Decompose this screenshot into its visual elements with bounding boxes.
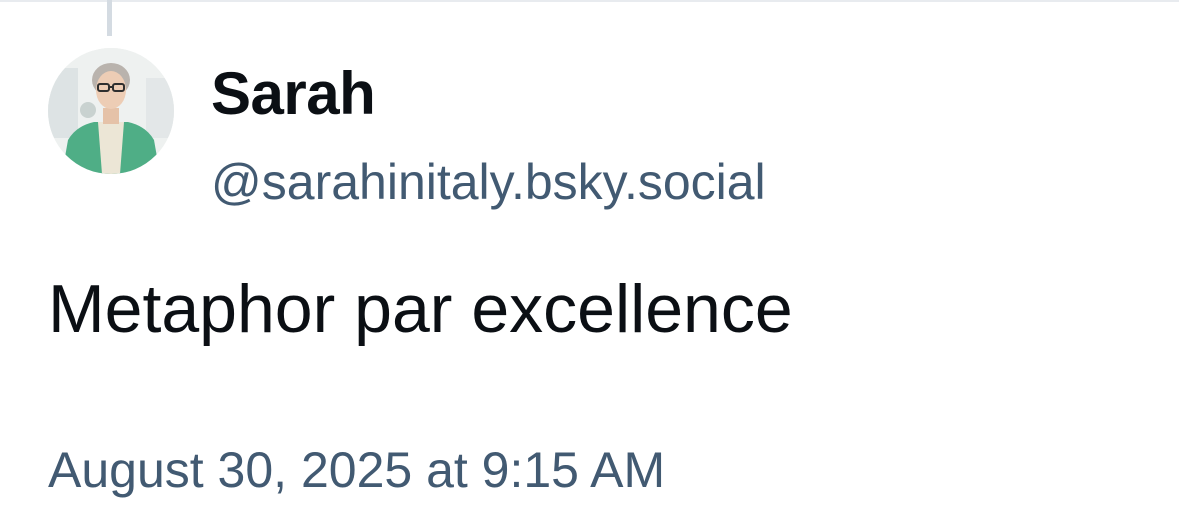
author-handle[interactable]: @sarahinitaly.bsky.social xyxy=(211,150,766,214)
post-text: Metaphor par excellence xyxy=(48,271,793,347)
thread-connector-line xyxy=(107,0,112,36)
author-display-name[interactable]: Sarah xyxy=(211,58,376,130)
avatar[interactable] xyxy=(48,48,174,174)
user-avatar-icon xyxy=(48,48,174,174)
top-divider xyxy=(0,0,1179,2)
post-timestamp[interactable]: August 30, 2025 at 9:15 AM xyxy=(48,438,665,502)
